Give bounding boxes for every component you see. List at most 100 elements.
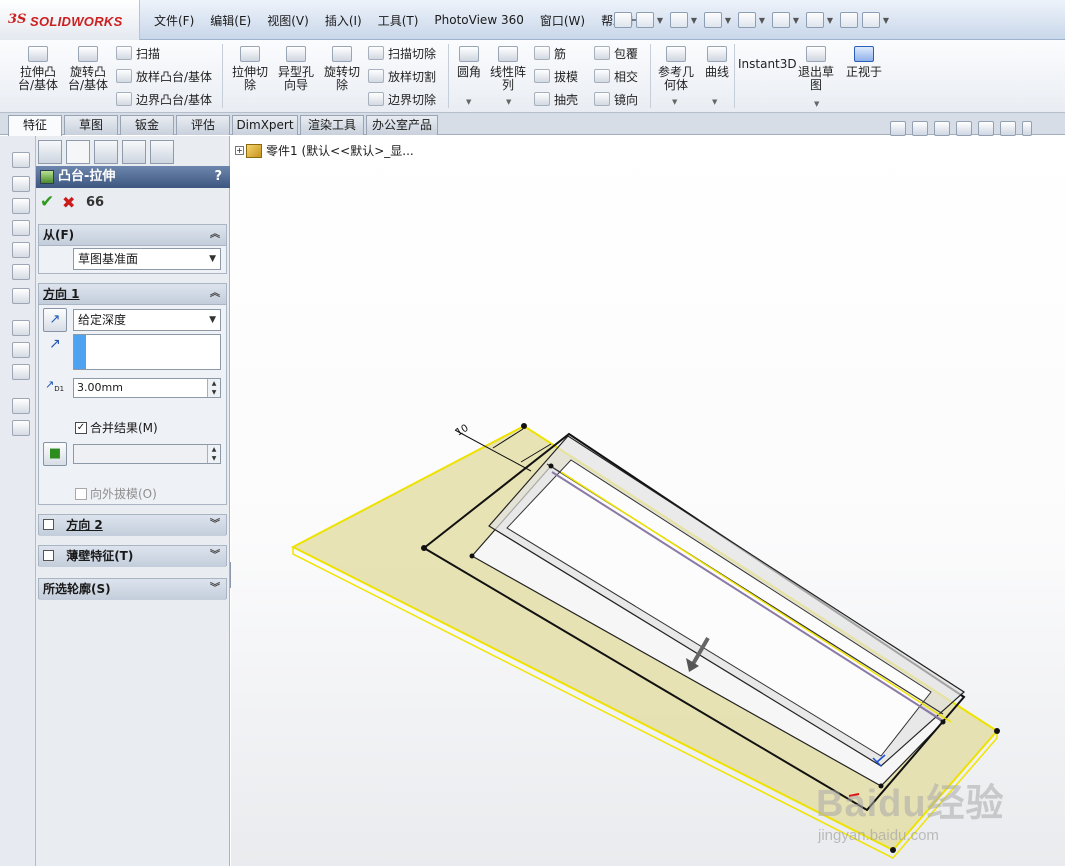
curves-button[interactable]: 曲线: [702, 46, 732, 79]
direction1-group-header[interactable]: 方向 1 ︽: [39, 284, 226, 305]
draft-outward-checkbox[interactable]: 向外拔模(O): [75, 485, 157, 502]
hole-wizard-button[interactable]: 异型孔 向导: [276, 46, 316, 92]
previous-view-icon[interactable]: [934, 120, 950, 136]
paste-icon[interactable]: [12, 420, 30, 436]
thin-feature-checkbox[interactable]: [43, 550, 54, 561]
instant3d-button[interactable]: Instant3D: [738, 58, 797, 71]
menu-insert[interactable]: 插入(I): [317, 12, 370, 29]
swept-cut-button[interactable]: 扫描切除: [368, 44, 436, 62]
new-document-icon[interactable]: [636, 12, 654, 28]
expand-chevron-icon[interactable]: ︾: [210, 546, 220, 566]
depth-spinner[interactable]: ▲ ▼: [207, 379, 220, 397]
rib-button[interactable]: 筋: [534, 44, 566, 62]
collapse-chevron-icon[interactable]: ︽: [210, 284, 220, 304]
reverse-direction-icon[interactable]: ↗: [43, 308, 67, 332]
vertex-point[interactable]: [421, 545, 427, 551]
smart-dimension-icon[interactable]: [12, 342, 30, 358]
feature-manager-tab-icon[interactable]: [38, 140, 62, 164]
cube-right-icon[interactable]: [12, 220, 30, 236]
tab-office-products[interactable]: 办公室产品: [366, 115, 438, 135]
zoom-to-area-icon[interactable]: [912, 120, 928, 136]
direction-vector-listbox[interactable]: [73, 334, 221, 370]
cube-back-icon[interactable]: [12, 242, 30, 258]
draft-angle-spinner[interactable]: ▲ ▼: [207, 445, 220, 463]
tab-dimxpert[interactable]: DimXpert: [232, 115, 298, 135]
undo-dropdown-icon[interactable]: ▼: [792, 16, 800, 25]
collapse-chevron-icon[interactable]: ︽: [210, 225, 220, 245]
from-select[interactable]: 草图基准面 ▼: [73, 248, 221, 270]
shell-button[interactable]: 抽壳: [534, 90, 578, 108]
save-icon[interactable]: [704, 12, 722, 28]
pattern-dropdown-icon[interactable]: ▼: [506, 98, 511, 106]
tab-sheet-metal[interactable]: 钣金: [120, 115, 174, 135]
section-view-icon[interactable]: [956, 120, 972, 136]
intersect-button[interactable]: 相交: [594, 67, 638, 85]
menu-view[interactable]: 视图(V): [259, 12, 317, 29]
tab-sketch[interactable]: 草图: [64, 115, 118, 135]
property-manager-tab-icon[interactable]: [66, 140, 90, 164]
cube-shaded-icon[interactable]: [12, 288, 30, 304]
reference-geometry-button[interactable]: 参考几 何体: [656, 46, 696, 92]
cube-top-icon[interactable]: [12, 198, 30, 214]
merge-result-checkbox[interactable]: ✓ 合并结果(M): [75, 419, 158, 436]
expand-chevron-icon[interactable]: ︾: [210, 579, 220, 599]
configuration-manager-tab-icon[interactable]: [94, 140, 118, 164]
menu-tools[interactable]: 工具(T): [370, 12, 427, 29]
dimxpert-manager-tab-icon[interactable]: [122, 140, 146, 164]
direction2-checkbox[interactable]: [43, 519, 54, 530]
help-button[interactable]: ?: [214, 166, 222, 188]
fillet-dropdown-icon[interactable]: ▼: [466, 98, 471, 106]
vertex-point[interactable]: [890, 847, 896, 853]
new-dropdown-icon[interactable]: ▼: [656, 16, 664, 25]
pin-icon[interactable]: [614, 12, 632, 28]
display-style-icon[interactable]: [1000, 120, 1016, 136]
print-icon[interactable]: [738, 12, 756, 28]
loft-boss-button[interactable]: 放样凸台/基体: [116, 67, 212, 85]
boundary-boss-button[interactable]: 边界凸台/基体: [116, 90, 212, 108]
print-dropdown-icon[interactable]: ▼: [758, 16, 766, 25]
thin-feature-group-header[interactable]: 薄壁特征(T) ︾: [39, 546, 226, 567]
exit-sketch-dropdown-icon[interactable]: ▼: [814, 100, 819, 108]
relations-icon[interactable]: [12, 364, 30, 380]
cube-iso-icon[interactable]: [12, 264, 30, 280]
open-dropdown-icon[interactable]: ▼: [690, 16, 698, 25]
wrap-button[interactable]: 包覆: [594, 44, 638, 62]
menu-window[interactable]: 窗口(W): [532, 12, 593, 29]
fillet-button[interactable]: 圆角: [454, 46, 484, 79]
solidworks-logo[interactable]: 3S SOLIDWORKS: [0, 0, 140, 40]
select-icon[interactable]: [806, 12, 824, 28]
menu-file[interactable]: 文件(F): [146, 12, 202, 29]
tab-evaluate[interactable]: 评估: [176, 115, 230, 135]
select-dropdown-icon[interactable]: ▼: [826, 16, 834, 25]
revolve-boss-button[interactable]: 旋转凸 台/基体: [66, 46, 110, 92]
cancel-x-icon[interactable]: ✖: [62, 193, 86, 212]
options-icon[interactable]: [862, 12, 880, 28]
save-dropdown-icon[interactable]: ▼: [724, 16, 732, 25]
direction2-group-header[interactable]: 方向 2 ︾: [39, 515, 226, 536]
vertex-point[interactable]: [521, 423, 527, 429]
exit-sketch-button[interactable]: 退出草 图: [796, 46, 836, 92]
vertex-point[interactable]: [469, 553, 475, 559]
graphics-area[interactable]: + 零件1 (默认<<默认>_显... 10 Baidu经验 jingyan.b…: [231, 136, 1065, 866]
selected-contours-group-header[interactable]: 所选轮廓(S) ︾: [39, 579, 226, 600]
zoom-to-fit-icon[interactable]: [890, 120, 906, 136]
expand-chevron-icon[interactable]: ︾: [210, 515, 220, 535]
display-manager-tab-icon[interactable]: [150, 140, 174, 164]
tab-render-tools[interactable]: 渲染工具: [300, 115, 364, 135]
undo-icon[interactable]: [772, 12, 790, 28]
extrude-cut-button[interactable]: 拉伸切 除: [230, 46, 270, 92]
depth-input[interactable]: 3.00mm ▲ ▼: [73, 378, 221, 398]
mirror-button[interactable]: 镜向: [594, 90, 638, 108]
curves-dropdown-icon[interactable]: ▼: [712, 98, 717, 106]
extrude-icon[interactable]: [12, 152, 30, 168]
sketch-pencil-icon[interactable]: [12, 320, 30, 336]
extrude-boss-button[interactable]: 拉伸凸 台/基体: [16, 46, 60, 92]
draft-button[interactable]: 拔模: [534, 67, 578, 85]
ok-check-icon[interactable]: ✔: [40, 192, 62, 212]
reference-geometry-dropdown-icon[interactable]: ▼: [672, 98, 677, 106]
menu-edit[interactable]: 编辑(E): [202, 12, 259, 29]
dimension-value[interactable]: 10: [454, 423, 471, 439]
vertex-point[interactable]: [548, 463, 554, 469]
draft-on-off-icon[interactable]: ■: [43, 442, 67, 466]
revolve-cut-button[interactable]: 旋转切 除: [322, 46, 362, 92]
